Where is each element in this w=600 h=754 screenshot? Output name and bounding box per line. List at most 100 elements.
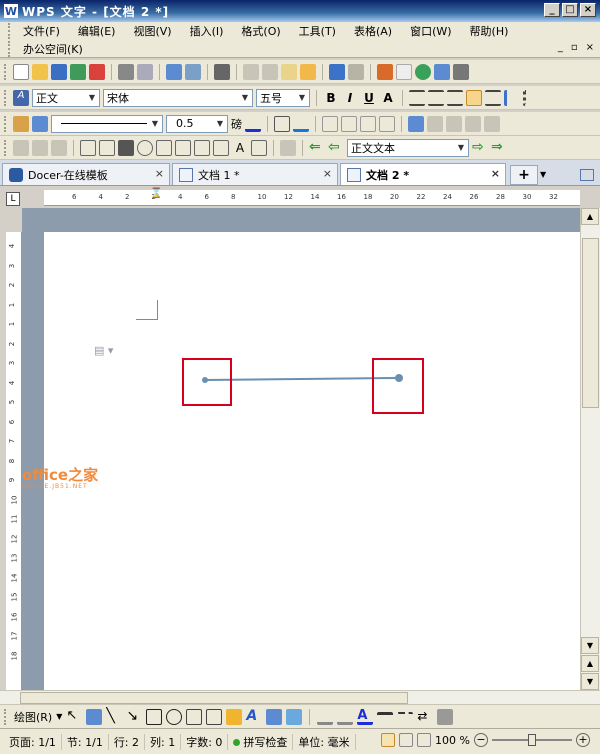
menu-file[interactable]: 文件(F) xyxy=(14,23,69,39)
drawn-line[interactable] xyxy=(204,377,400,381)
line-style-icon[interactable] xyxy=(377,711,394,728)
paste-icon[interactable] xyxy=(281,63,297,80)
menu-help[interactable]: 帮助(H) xyxy=(461,23,518,39)
nav-back-icon[interactable]: ⇐ xyxy=(309,140,325,156)
object-properties-icon[interactable] xyxy=(13,115,29,132)
redo-icon[interactable] xyxy=(348,63,364,80)
image-file-icon[interactable] xyxy=(286,708,303,725)
new-document-icon[interactable] xyxy=(13,63,29,80)
distribute-rows-icon[interactable] xyxy=(484,115,500,132)
print-preview-icon[interactable] xyxy=(137,63,153,80)
cut-icon[interactable] xyxy=(262,63,278,80)
bold-button[interactable]: B xyxy=(323,90,339,106)
web-view-icon[interactable] xyxy=(417,733,432,747)
tab-document-1[interactable]: 文档 1 * × xyxy=(172,163,338,185)
menu-insert[interactable]: 插入(I) xyxy=(181,23,233,39)
status-word-count[interactable]: 字数: 0 xyxy=(181,733,229,750)
fill-color-icon[interactable] xyxy=(293,116,309,132)
align-bottom-icon[interactable] xyxy=(465,115,481,132)
doc-minimize-button[interactable]: _ xyxy=(558,42,563,53)
shadow-style-icon[interactable] xyxy=(437,708,454,725)
font-effects-button[interactable]: A xyxy=(380,90,396,106)
open-folder-icon[interactable] xyxy=(32,63,48,80)
prev-page-button[interactable]: ▲ xyxy=(581,655,599,672)
checkbox-icon[interactable] xyxy=(80,139,96,156)
drawing-menu-button[interactable]: 绘图(R) xyxy=(14,709,52,725)
nav-next-icon[interactable]: ⇨ xyxy=(472,140,488,156)
bullets-icon[interactable] xyxy=(523,89,539,106)
horizontal-scrollbar[interactable] xyxy=(0,690,600,704)
menu-edit[interactable]: 编辑(E) xyxy=(69,23,125,39)
undo-icon[interactable] xyxy=(329,63,345,80)
table-layout-icon[interactable] xyxy=(408,115,424,132)
justify-icon[interactable] xyxy=(466,89,482,106)
style-select[interactable]: 正文 ▼ xyxy=(32,88,100,107)
fill-color-icon[interactable] xyxy=(317,709,334,725)
tab-document-2[interactable]: 文档 2 * × xyxy=(340,163,506,185)
design-mode-icon[interactable] xyxy=(280,139,296,156)
distribute-icon[interactable] xyxy=(485,89,501,106)
radio-icon[interactable] xyxy=(137,139,153,156)
vertical-ruler[interactable]: 4 3 2 1 1 2 3 4 5 6 7 8 9 10 11 12 13 14 15 16 17 18 xyxy=(6,232,22,690)
zoom-in-button[interactable]: + xyxy=(576,733,590,747)
font-size-select[interactable]: 五号 ▼ xyxy=(256,88,310,107)
split-cells-icon[interactable] xyxy=(360,115,376,132)
image-icon[interactable] xyxy=(251,139,267,156)
tab-close-icon[interactable]: × xyxy=(155,167,164,180)
textfield-icon[interactable] xyxy=(99,139,115,156)
doc-restore-button[interactable]: ▫ xyxy=(571,42,578,53)
align-left-icon[interactable] xyxy=(409,89,425,106)
close-button[interactable]: × xyxy=(580,3,596,17)
autoshapes-icon[interactable] xyxy=(86,708,103,725)
dash-style-icon[interactable] xyxy=(397,711,414,728)
columns-icon[interactable] xyxy=(453,63,469,80)
copy-icon[interactable] xyxy=(243,63,259,80)
combobox-icon[interactable] xyxy=(175,139,191,156)
page-break-icon[interactable] xyxy=(185,63,201,80)
tab-docer[interactable]: Docer-在线模板 × xyxy=(2,163,170,185)
insert-icon[interactable] xyxy=(166,63,182,80)
italic-button[interactable]: I xyxy=(342,90,358,106)
horizontal-scroll-thumb[interactable] xyxy=(20,692,408,704)
arrow-style-icon[interactable]: ⇄ xyxy=(417,709,433,725)
align-top-icon[interactable] xyxy=(427,115,443,132)
style-pane-icon[interactable]: A xyxy=(13,89,29,106)
hyperlink-icon[interactable] xyxy=(415,63,431,80)
print-icon[interactable] xyxy=(118,63,134,80)
page-view-icon[interactable] xyxy=(381,733,396,747)
indent-marker-icon[interactable]: ⌛ xyxy=(150,189,162,199)
line-color-icon[interactable] xyxy=(337,709,354,725)
table-cells-icon[interactable] xyxy=(322,115,338,132)
table-insert-icon[interactable] xyxy=(377,63,393,80)
listbox-icon[interactable] xyxy=(156,139,172,156)
new-tab-button[interactable]: + xyxy=(510,165,538,185)
textbox-tool-icon[interactable] xyxy=(186,708,203,725)
line-color-icon[interactable] xyxy=(245,116,261,132)
next-page-button[interactable]: ▼ xyxy=(581,673,599,690)
menu-tools[interactable]: 工具(T) xyxy=(290,23,345,39)
wordart-icon[interactable]: A xyxy=(246,709,262,725)
review-icon[interactable] xyxy=(13,139,29,156)
track-icon[interactable] xyxy=(32,139,48,156)
ellipse-tool-icon[interactable] xyxy=(166,708,183,725)
menu-view[interactable]: 视图(V) xyxy=(124,23,180,39)
paragraph-style-select[interactable]: 正文文本 ▼ xyxy=(347,138,469,157)
picture-icon[interactable] xyxy=(266,708,283,725)
zoom-slider[interactable] xyxy=(492,734,572,746)
export-pdf-icon[interactable] xyxy=(89,63,105,80)
align-center-icon[interactable] xyxy=(428,89,444,106)
tab-close-icon[interactable]: × xyxy=(491,167,500,180)
traditional-chinese-icon[interactable] xyxy=(214,63,230,80)
font-color-icon[interactable]: A xyxy=(357,708,374,725)
align-middle-icon[interactable] xyxy=(446,115,462,132)
menu-format[interactable]: 格式(O) xyxy=(232,23,289,39)
format-painter-icon[interactable] xyxy=(300,63,316,80)
tab-layout-icon[interactable] xyxy=(580,169,594,181)
comment-icon[interactable] xyxy=(51,139,67,156)
tab-dropdown-icon[interactable]: ▼ xyxy=(540,170,546,179)
rectangle-tool-icon[interactable] xyxy=(146,708,163,725)
formula-icon[interactable] xyxy=(396,63,412,80)
save-icon[interactable] xyxy=(51,63,67,80)
spin-icon[interactable] xyxy=(213,139,229,156)
clipart-icon[interactable] xyxy=(226,708,243,725)
